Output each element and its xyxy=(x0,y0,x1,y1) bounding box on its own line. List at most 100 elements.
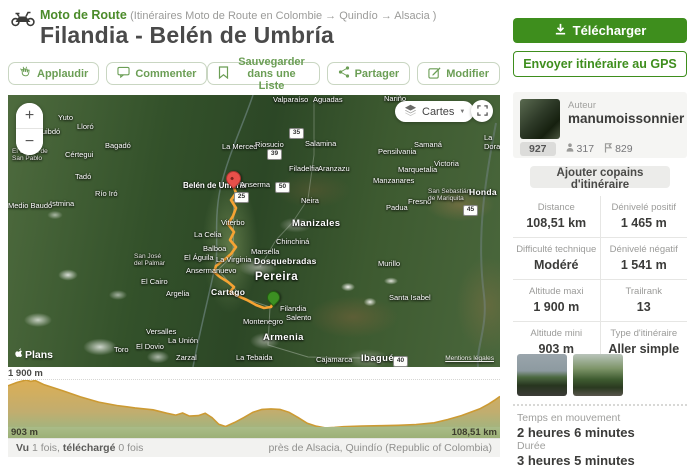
save-to-list-button[interactable]: Sauvegarder dans une Liste xyxy=(207,62,319,85)
map-label: La Dorada xyxy=(484,134,500,151)
map-label: La Celia xyxy=(194,231,222,240)
legal-notice-link[interactable]: Mentions légales xyxy=(445,355,494,362)
stat-trailrank: Trailrank13 xyxy=(601,280,688,321)
highway-line-2 xyxy=(260,99,314,267)
route-end-marker[interactable] xyxy=(264,288,282,306)
map-label: Cajamarca xyxy=(316,356,352,365)
map-label: Murillo xyxy=(378,260,400,269)
map-label: Ansermanuevo xyxy=(186,267,236,276)
map-label: El Dovio xyxy=(136,343,164,352)
map-label: Manzanares xyxy=(373,177,414,186)
trail-photos xyxy=(517,354,623,396)
page-title: Filandia - Belén de Umbría xyxy=(40,22,334,49)
bookmark-icon xyxy=(218,66,229,82)
author-avatar[interactable] xyxy=(520,99,560,139)
map-label: Aguadas xyxy=(313,96,343,105)
map-label: Yuto xyxy=(58,114,73,123)
map-label: Riosucio xyxy=(255,141,284,150)
zoom-in-button[interactable]: + xyxy=(16,103,43,129)
map-label: Filandia xyxy=(280,305,306,314)
route-start-marker[interactable] xyxy=(223,168,244,189)
trail-photo-2[interactable] xyxy=(573,354,623,396)
map-label: Chinchiná xyxy=(276,238,309,247)
action-toolbar: Applaudir Commenter Sauvegarder dans une… xyxy=(8,62,500,85)
stat-d-nivel-n-gatif: Dénivelé négatif1 541 m xyxy=(601,238,688,279)
zoom-out-button[interactable]: − xyxy=(16,129,43,155)
map-label: Salento xyxy=(286,314,311,323)
map-label: Armenia xyxy=(263,333,304,344)
road-shield: 40 xyxy=(393,356,408,367)
author-name[interactable]: manumoissonnier xyxy=(568,111,684,126)
route-map[interactable]: YutoLloróQuibdóBagadóCérteguiEl Cañón de… xyxy=(8,95,500,367)
breadcrumb-category-link[interactable]: Moto de Route xyxy=(40,8,127,22)
stat-d-nivel-positif: Dénivelé positif1 465 m xyxy=(601,196,688,237)
map-label: Santa Isabel xyxy=(389,294,431,303)
map-layers-button[interactable]: Cartes ▼ xyxy=(395,101,474,122)
elevation-baseline-band: 903 m 108,51 km xyxy=(8,427,500,438)
edit-button[interactable]: Modifier xyxy=(417,62,500,85)
map-label: Salamina xyxy=(305,140,336,149)
clap-icon xyxy=(19,66,32,82)
map-label: Río Iró xyxy=(95,190,118,199)
map-label: El Cairo xyxy=(141,278,168,287)
stat-distance: Distance108,51 km xyxy=(513,196,600,237)
share-icon xyxy=(338,66,350,81)
trail-location: près de Alsacia, Quindío (Republic of Co… xyxy=(268,442,492,454)
elevation-max-label: 1 900 m xyxy=(8,368,43,379)
map-label: Filadelfia xyxy=(289,165,319,174)
map-label: Viterbo xyxy=(221,219,245,228)
stat-altitude-maxi: Altitude maxi1 900 m xyxy=(513,280,600,321)
map-label: Istmina xyxy=(50,200,74,209)
send-to-gps-button[interactable]: Envoyer itinéraire au GPS xyxy=(513,51,687,77)
road-shield: 39 xyxy=(267,149,282,160)
map-zoom-control: + − xyxy=(16,103,43,155)
map-label: Anserma xyxy=(240,181,270,190)
trail-stats-grid: Distance108,51 kmDénivelé positif1 465 m… xyxy=(513,196,687,363)
map-label: Pereira xyxy=(255,271,298,284)
map-label: Lloró xyxy=(77,123,94,132)
author-counts: 927 317 829 xyxy=(520,142,633,156)
road-shield: 25 xyxy=(234,192,249,203)
elevation-min-label: 903 m xyxy=(8,427,41,438)
map-label: Padua xyxy=(386,204,408,213)
map-label: La Tebaida xyxy=(236,354,273,363)
add-trail-buddies-button[interactable]: Ajouter copains d'itinéraire xyxy=(530,166,670,188)
trail-photo-1[interactable] xyxy=(517,354,567,396)
fullscreen-button[interactable] xyxy=(471,100,493,122)
river-cauca xyxy=(193,95,253,367)
share-button[interactable]: Partager xyxy=(327,62,411,85)
apple-maps-attribution[interactable]: Plans xyxy=(14,348,53,362)
stat-difficult-technique: Difficulté techniqueModéré xyxy=(513,238,600,279)
comment-button[interactable]: Commenter xyxy=(106,62,207,85)
map-label: Victoria xyxy=(434,160,459,169)
edit-icon xyxy=(428,66,441,82)
road-shield: 35 xyxy=(289,128,304,139)
download-button[interactable]: Télécharger xyxy=(513,18,687,43)
breadcrumb: Moto de Route (Itinéraires Moto de Route… xyxy=(40,8,436,22)
map-label: El Águila xyxy=(184,254,214,263)
map-label: Ibagué xyxy=(361,354,394,365)
author-card: Auteur manumoissonnier 927 317 829 xyxy=(513,92,687,158)
map-label: La Merced xyxy=(222,143,257,152)
map-label: Balboa xyxy=(203,245,226,254)
breadcrumb-trail[interactable]: (Itinéraires Moto de Route en Colombie →… xyxy=(130,10,436,22)
author-trails-count[interactable]: 829 xyxy=(604,143,633,156)
map-label: Montenegro xyxy=(243,318,283,327)
elevation-area xyxy=(8,380,500,428)
elevation-profile-chart[interactable] xyxy=(8,379,500,428)
view-download-counts: Vu 1 fois, téléchargé 0 fois xyxy=(16,442,143,454)
map-label: Toro xyxy=(114,346,129,355)
highway-line xyxy=(218,195,361,358)
applaud-button[interactable]: Applaudir xyxy=(8,62,99,85)
map-label: Versalles xyxy=(146,328,176,337)
route-polyline[interactable] xyxy=(214,185,273,308)
main-column: Moto de Route (Itinéraires Moto de Route… xyxy=(8,0,500,466)
layers-icon xyxy=(404,104,417,119)
map-label: Bagadó xyxy=(105,142,131,151)
author-points-badge[interactable]: 927 xyxy=(520,142,556,156)
author-followers-count[interactable]: 317 xyxy=(566,143,595,155)
map-label: Valparaíso xyxy=(273,96,308,105)
distance-end-label: 108,51 km xyxy=(449,427,500,438)
time-stat-0: Temps en mouvement2 heures 6 minutes xyxy=(517,412,635,440)
map-label: Dosquebradas xyxy=(254,257,317,267)
